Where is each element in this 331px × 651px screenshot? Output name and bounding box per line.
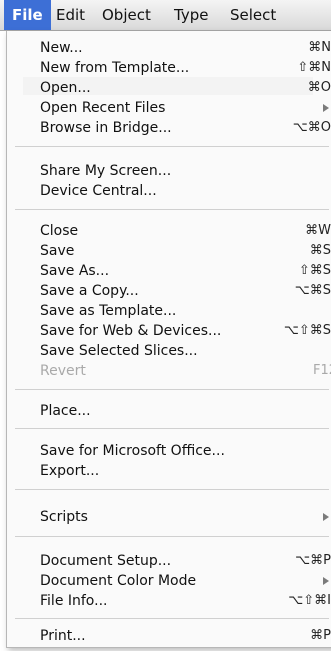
menu-item-new-from-template[interactable]: New from Template... ⇧⌘N xyxy=(40,58,331,78)
shortcut-label: ⌥⇧⌘S xyxy=(283,323,331,338)
menu-select[interactable]: Select xyxy=(222,0,284,30)
menu-file[interactable]: File xyxy=(4,0,51,30)
submenu-arrow-icon xyxy=(323,104,329,112)
menu-item-save-as[interactable]: Save As... ⇧⌘S xyxy=(40,261,331,281)
menu-item-revert: Revert F12 xyxy=(40,361,331,381)
menu-item-label: Share My Screen... xyxy=(40,163,172,179)
menu-item-share-my-screen[interactable]: Share My Screen... xyxy=(40,161,331,181)
menu-separator xyxy=(15,428,329,429)
shortcut-label: ⌘W xyxy=(305,223,331,238)
menu-item-print[interactable]: Print... ⌘P xyxy=(40,626,331,646)
menu-item-label: Device Central... xyxy=(40,183,157,199)
submenu-arrow-icon xyxy=(323,577,329,585)
menu-item-label: New from Template... xyxy=(40,60,190,76)
menu-item-browse-in-bridge[interactable]: Browse in Bridge... ⌥⌘O xyxy=(40,118,331,138)
shortcut-label: ⇧⌘S xyxy=(298,263,331,278)
menu-separator xyxy=(15,209,329,210)
shortcut-label: ⌥⌘S xyxy=(294,283,331,298)
menu-item-save-for-web-devices[interactable]: Save for Web & Devices... ⌥⇧⌘S xyxy=(40,321,331,341)
menu-item-label: Document Color Mode xyxy=(40,573,197,589)
menu-separator xyxy=(15,536,329,537)
menu-item-save-as-template[interactable]: Save as Template... xyxy=(40,301,331,321)
menu-item-close[interactable]: Close ⌘W xyxy=(40,221,331,241)
shortcut-label: ⌥⌘P xyxy=(295,553,331,568)
menu-separator xyxy=(15,618,329,619)
menu-separator xyxy=(15,489,329,490)
menu-item-device-central[interactable]: Device Central... xyxy=(40,181,331,201)
menu-item-label: Place... xyxy=(40,403,91,419)
menu-bar: File Edit Object Type Select xyxy=(0,0,331,31)
menu-item-label: Save as Template... xyxy=(40,303,177,319)
file-menu-dropdown: New... ⌘N New from Template... ⇧⌘N Open.… xyxy=(6,31,331,648)
menu-item-save[interactable]: Save ⌘S xyxy=(40,241,331,261)
menu-item-label: Close xyxy=(40,223,79,239)
shortcut-label: ⌘O xyxy=(307,80,331,95)
shortcut-label: F12 xyxy=(312,363,331,378)
menu-item-save-for-microsoft-office[interactable]: Save for Microsoft Office... xyxy=(40,441,331,461)
menu-item-file-info[interactable]: File Info... ⌥⇧⌘I xyxy=(40,591,331,611)
shortcut-label: ⌘S xyxy=(309,243,331,258)
shortcut-label: ⌘P xyxy=(310,628,331,643)
menu-item-label: Save xyxy=(40,243,75,259)
menu-item-label: Browse in Bridge... xyxy=(40,120,172,136)
shortcut-label: ⌥⌘O xyxy=(292,120,331,135)
menu-item-save-a-copy[interactable]: Save a Copy... ⌥⌘S xyxy=(40,281,331,301)
menu-item-scripts[interactable]: Scripts xyxy=(40,507,331,527)
menu-object[interactable]: Object xyxy=(94,0,159,30)
menu-item-label: New... xyxy=(40,40,83,56)
menu-item-label: Open Recent Files xyxy=(40,100,166,116)
submenu-arrow-icon xyxy=(323,513,329,521)
menu-separator xyxy=(15,146,329,147)
menu-item-label: Open... xyxy=(40,80,91,96)
menu-item-label: Print... xyxy=(40,628,86,644)
menu-item-open[interactable]: Open... ⌘O xyxy=(40,78,331,98)
menu-item-place[interactable]: Place... xyxy=(40,401,331,421)
shortcut-label: ⇧⌘N xyxy=(297,60,331,75)
menu-item-label: Save for Microsoft Office... xyxy=(40,443,225,459)
shortcut-label: ⌥⇧⌘I xyxy=(288,593,331,608)
menu-type[interactable]: Type xyxy=(166,0,216,30)
menu-item-label: Revert xyxy=(40,363,86,379)
menu-item-label: Document Setup... xyxy=(40,553,172,569)
menu-item-save-selected-slices[interactable]: Save Selected Slices... xyxy=(40,341,331,361)
menu-item-label: Save Selected Slices... xyxy=(40,343,198,359)
menu-item-label: Export... xyxy=(40,463,100,479)
menu-item-export[interactable]: Export... xyxy=(40,461,331,481)
menu-edit[interactable]: Edit xyxy=(48,0,93,30)
menu-item-new[interactable]: New... ⌘N xyxy=(40,38,331,58)
menu-item-label: Save As... xyxy=(40,263,110,279)
menu-item-label: Save a Copy... xyxy=(40,283,139,299)
menu-item-label: Save for Web & Devices... xyxy=(40,323,222,339)
menu-item-open-recent-files[interactable]: Open Recent Files xyxy=(40,98,331,118)
menu-item-document-color-mode[interactable]: Document Color Mode xyxy=(40,571,331,591)
menu-item-document-setup[interactable]: Document Setup... ⌥⌘P xyxy=(40,551,331,571)
menu-separator xyxy=(15,389,329,390)
shortcut-label: ⌘N xyxy=(308,40,331,55)
menu-item-label: Scripts xyxy=(40,509,88,525)
menu-item-label: File Info... xyxy=(40,593,108,609)
